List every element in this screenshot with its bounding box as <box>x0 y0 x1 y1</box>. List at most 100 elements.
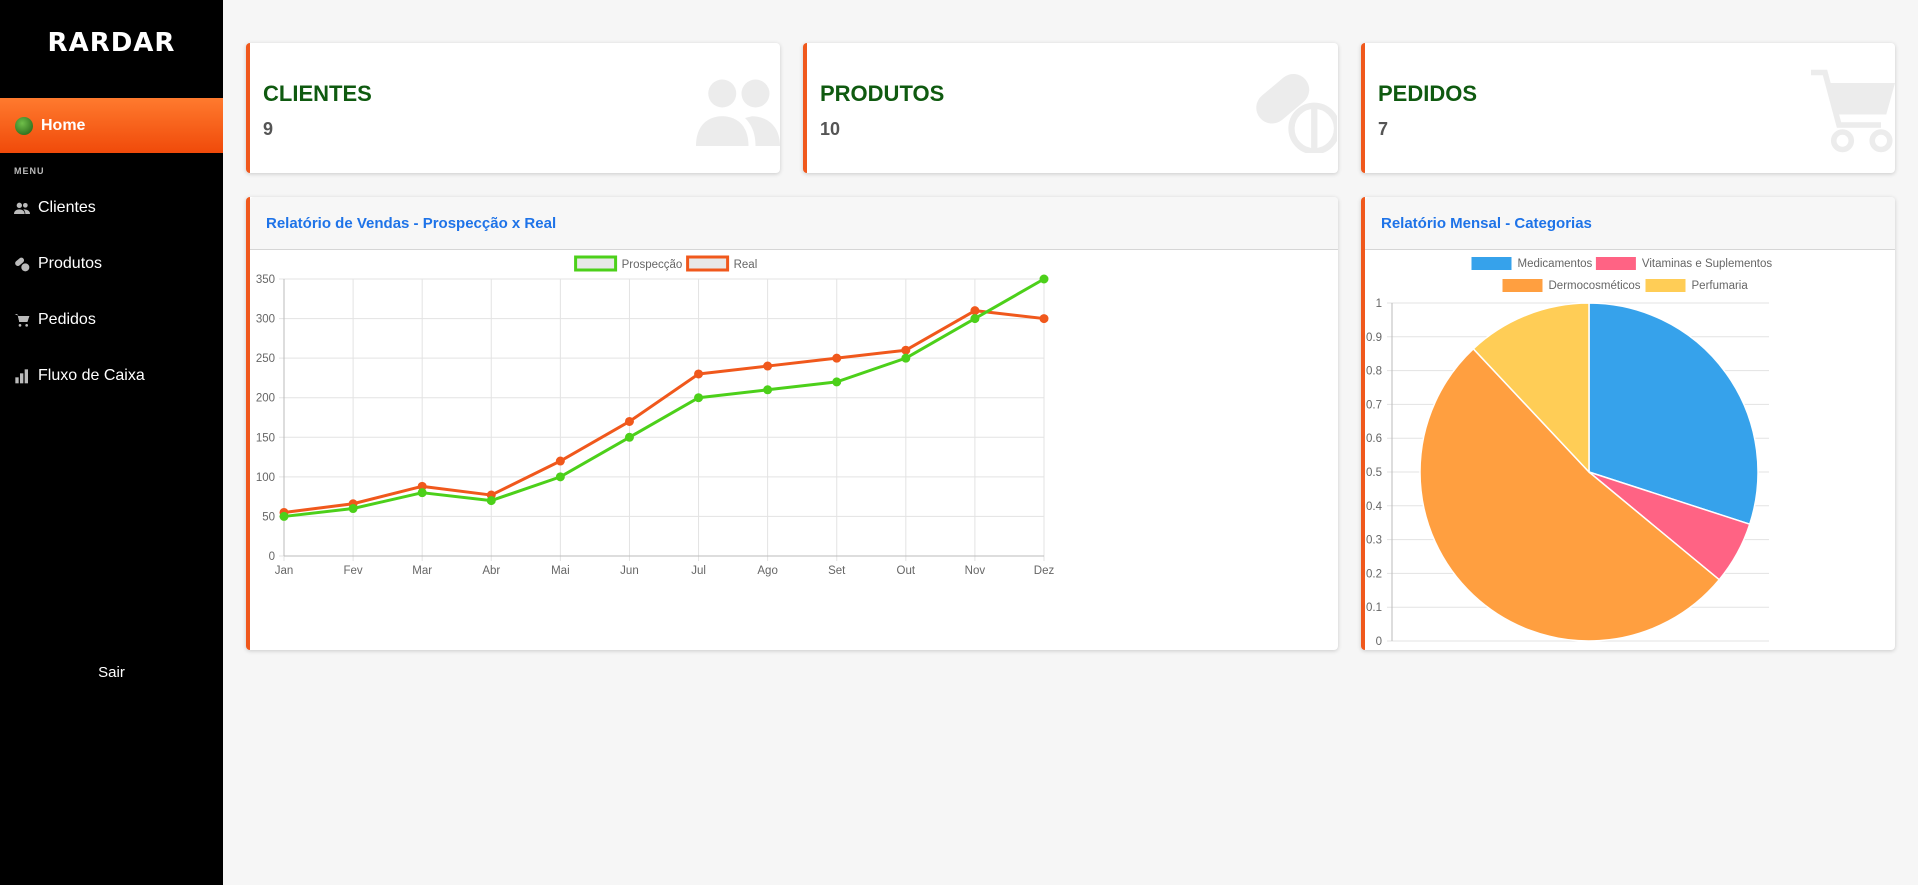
sidebar-item-label: Home <box>41 116 86 134</box>
logout-link[interactable]: Sair <box>0 664 223 681</box>
stat-value: 7 <box>1378 119 1389 139</box>
legend-label: Real <box>734 259 758 271</box>
panel-title: Relatório de Vendas - Prospecção x Real <box>250 197 1338 250</box>
panel-title: Relatório Mensal - Categorias <box>1365 197 1895 250</box>
app-logo[interactable]: RARDAR <box>0 28 223 58</box>
x-tick-label: Jan <box>275 565 294 577</box>
data-point <box>1039 274 1049 284</box>
x-tick-label: Nov <box>965 565 986 577</box>
data-point <box>1039 314 1049 324</box>
stat-value: 9 <box>263 119 274 139</box>
stat-card-produtos: PRODUTOS 10 <box>803 43 1338 173</box>
y-tick-label: 50 <box>262 511 275 523</box>
legend-swatch <box>1502 279 1543 292</box>
legend-swatch <box>1645 279 1686 292</box>
data-point <box>348 504 358 514</box>
cart-icon <box>1811 69 1895 153</box>
x-tick-label: Mar <box>412 565 432 577</box>
data-point <box>694 369 704 379</box>
data-point <box>624 416 634 426</box>
categories-pie-chart: 0 0.1 0.2 0.3 0.4 0.5 0.6 0.7 0.8 0.9 1 Medicamento… <box>1366 257 1772 648</box>
y-tick-label: 0.6 <box>1366 433 1382 445</box>
globe-icon <box>15 116 33 135</box>
y-tick-label: 0.3 <box>1366 535 1382 547</box>
stat-title: PEDIDOS <box>1378 81 1478 106</box>
legend-swatch <box>574 255 618 272</box>
data-point <box>970 306 980 316</box>
sales-line-chart: 0 50 100 150 200 250 300 350 Jan Fev Mar Abr Mai Jun J… <box>256 255 1055 577</box>
legend-swatch <box>686 255 730 272</box>
sidebar-item-label: Pedidos <box>38 311 96 328</box>
data-point <box>832 353 842 363</box>
y-tick-label: 100 <box>256 472 275 484</box>
legend-swatch <box>1595 257 1636 270</box>
y-tick-label: 0.1 <box>1366 602 1382 614</box>
sidebar-item-fluxo-de-caixa[interactable]: Fluxo de Caixa <box>14 364 145 388</box>
legend-swatch <box>1471 257 1512 270</box>
y-tick-label: 300 <box>256 314 275 326</box>
cart-icon <box>14 314 30 327</box>
sidebar: RARDAR Home MENU Clientes Produtos Pedid… <box>0 0 223 885</box>
data-point <box>555 472 565 482</box>
x-tick-label: Out <box>897 565 916 577</box>
x-tick-label: Fev <box>344 565 363 577</box>
bar-chart-icon <box>15 369 28 384</box>
data-point <box>694 393 704 403</box>
y-tick-label: 0.8 <box>1366 366 1382 378</box>
y-tick-label: 0.2 <box>1366 568 1382 580</box>
x-tick-label: Mai <box>551 565 570 577</box>
data-point <box>901 345 911 355</box>
sales-report-panel: Relatório de Vendas - Prospecção x Real … <box>246 197 1338 650</box>
y-tick-label: 0 <box>1376 636 1382 648</box>
data-point <box>279 511 289 521</box>
data-point <box>901 353 911 363</box>
x-tick-label: Dez <box>1034 565 1055 577</box>
stat-value: 10 <box>820 119 841 139</box>
y-tick-label: 350 <box>256 274 275 286</box>
monthly-report-panel: Relatório Mensal - Categorias 0 0.1 0.2 0.3… <box>1361 197 1895 650</box>
x-tick-label: Ago <box>757 565 777 577</box>
data-point <box>417 488 427 498</box>
x-tick-label: Jun <box>620 565 639 577</box>
x-tick-label: Abr <box>482 565 500 577</box>
data-point <box>486 496 496 506</box>
stat-title: CLIENTES <box>263 81 372 106</box>
y-tick-label: 150 <box>256 432 275 444</box>
sidebar-item-home[interactable]: Home <box>0 98 223 153</box>
pills-icon <box>15 257 30 272</box>
data-point <box>555 456 565 466</box>
legend-label: Dermocosméticos <box>1549 280 1641 292</box>
stat-title: PRODUTOS <box>820 81 945 106</box>
y-tick-label: 0 <box>269 551 275 563</box>
x-tick-label: Jul <box>691 565 706 577</box>
x-tick-label: Set <box>828 565 846 577</box>
data-point <box>970 314 980 324</box>
data-point <box>832 377 842 387</box>
data-point <box>763 385 773 395</box>
sidebar-item-pedidos[interactable]: Pedidos <box>14 308 96 332</box>
y-tick-label: 1 <box>1376 298 1382 310</box>
y-tick-label: 250 <box>256 353 275 365</box>
y-tick-label: 0.5 <box>1366 467 1382 479</box>
sidebar-item-clientes[interactable]: Clientes <box>14 196 96 220</box>
menu-section-label: MENU <box>14 166 45 176</box>
series-line-real <box>283 309 1045 514</box>
legend-label: Perfumaria <box>1692 280 1749 292</box>
legend-label: Prospecção <box>622 259 683 271</box>
sidebar-item-label: Fluxo de Caixa <box>38 367 145 384</box>
y-tick-label: 200 <box>256 393 275 405</box>
users-icon <box>14 202 30 214</box>
sidebar-item-label: Clientes <box>38 199 96 216</box>
y-tick-label: 0.4 <box>1366 501 1383 513</box>
stat-card-clientes: CLIENTES 9 <box>246 43 780 173</box>
sidebar-item-produtos[interactable]: Produtos <box>14 252 102 276</box>
users-icon <box>696 79 780 146</box>
legend-label: Medicamentos <box>1518 258 1593 270</box>
legend-label: Vitaminas e Suplementos <box>1642 258 1772 270</box>
data-point <box>624 432 634 442</box>
pills-icon <box>1256 74 1337 153</box>
y-tick-label: 0.7 <box>1366 399 1382 411</box>
stat-card-pedidos: PEDIDOS 7 <box>1361 43 1895 173</box>
y-tick-label: 0.9 <box>1366 332 1382 344</box>
sidebar-item-label: Produtos <box>38 255 103 272</box>
